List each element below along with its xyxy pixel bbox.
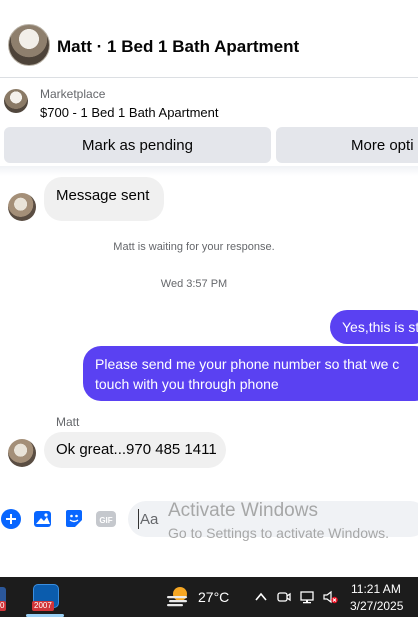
marketplace-label: Marketplace: [40, 87, 106, 101]
listing-thumbnail[interactable]: [4, 89, 28, 113]
taskbar-app-icon[interactable]: 0: [0, 581, 18, 613]
message-text: Ok great...970 485 1411: [56, 441, 217, 458]
temperature[interactable]: 27°C: [198, 589, 229, 605]
timestamp: Wed 3:57 PM: [160, 278, 228, 290]
message-text: Message sent: [56, 187, 150, 204]
conversation-title[interactable]: Matt · 1 Bed 1 Bath Apartment: [57, 37, 299, 57]
listing-avatar[interactable]: [8, 24, 50, 66]
divider: [0, 166, 418, 176]
network-icon[interactable]: [299, 589, 315, 605]
sender-name: Matt: [56, 415, 80, 429]
gif-icon[interactable]: GIF: [95, 508, 117, 530]
clock-time[interactable]: 11:21 AM: [351, 582, 401, 596]
message-bubble-incoming: Message sent: [44, 177, 164, 221]
weather-haze-icon[interactable]: [165, 585, 191, 609]
meet-now-icon[interactable]: [276, 589, 292, 605]
text-caret: [138, 509, 139, 529]
message-input-placeholder: Aa: [140, 511, 159, 528]
chevron-up-icon[interactable]: [253, 589, 269, 605]
message-bubble-incoming: Ok great...970 485 1411: [44, 432, 226, 468]
taskbar: 0 2007 27°C 11:21 AM 3/27/2025: [0, 577, 418, 617]
conversation-header: Matt · 1 Bed 1 Bath Apartment: [0, 0, 418, 78]
taskbar-app-icon[interactable]: 2007: [29, 581, 61, 613]
svg-text:GIF: GIF: [99, 516, 112, 525]
message-bubble-outgoing: Please send me your phone number so that…: [83, 346, 418, 401]
message-bubble-outgoing: Yes,this is st: [330, 310, 418, 344]
listing-title[interactable]: $700 - 1 Bed 1 Bath Apartment: [40, 105, 219, 120]
activate-windows-subtitle: Go to Settings to activate Windows.: [168, 525, 389, 541]
clock-date[interactable]: 3/27/2025: [350, 599, 403, 613]
notification-badge: 2007: [32, 601, 54, 611]
mark-as-pending-button[interactable]: Mark as pending: [4, 127, 271, 163]
message-text-line: touch with you through phone: [95, 376, 279, 392]
volume-muted-icon[interactable]: [322, 589, 338, 605]
waiting-notice: Matt is waiting for your response.: [113, 241, 275, 253]
more-options-button[interactable]: More opti: [276, 127, 418, 163]
message-text-line: Please send me your phone number so that…: [95, 356, 400, 372]
photo-icon[interactable]: [32, 508, 54, 530]
activate-windows-title: Activate Windows: [168, 500, 318, 521]
message-text: Yes,this is st: [342, 319, 418, 335]
avatar[interactable]: [8, 193, 36, 221]
sticker-icon[interactable]: [63, 508, 85, 530]
notification-badge: 0: [0, 601, 7, 611]
avatar[interactable]: [8, 439, 36, 467]
plus-circle-icon[interactable]: [0, 508, 22, 530]
